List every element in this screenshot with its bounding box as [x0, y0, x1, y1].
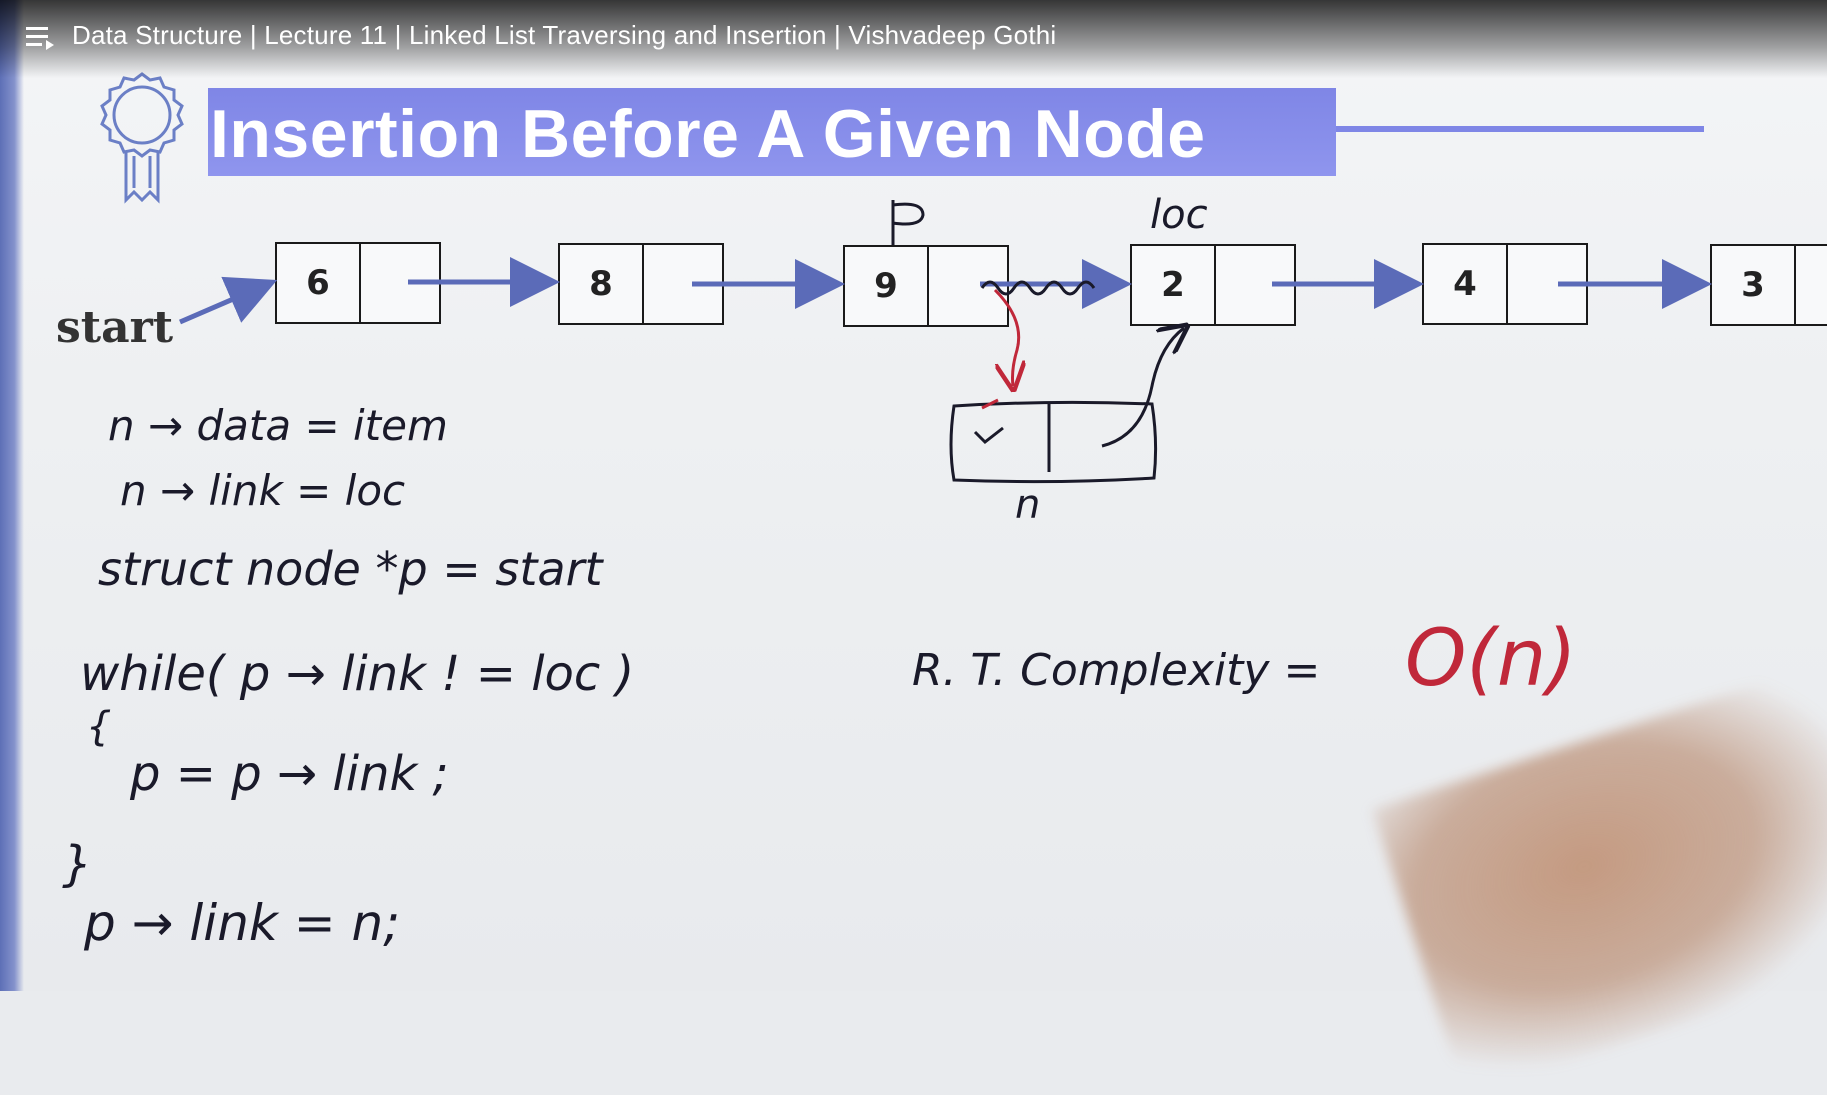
code-line: n → link = loc — [120, 466, 405, 515]
video-title[interactable]: Data Structure | Lecture 11 | Linked Lis… — [72, 20, 1056, 51]
complexity-value: O(n) — [1405, 614, 1577, 704]
code-line: p = p → link ; — [129, 746, 449, 802]
whiteboard: Insertion Before A Given Node start 6 8 … — [0, 0, 1827, 1095]
code-line: while( p → link ! = loc ) — [80, 646, 634, 702]
code-line: p → link = n; — [83, 894, 400, 952]
new-node-label: n — [1015, 482, 1040, 528]
code-line: struct node *p = start — [98, 542, 605, 596]
code-line: } — [62, 836, 93, 892]
complexity-label: R. T. Complexity = — [912, 645, 1320, 696]
code-line: n → data = item — [108, 401, 448, 450]
playlist-menu-icon[interactable] — [26, 24, 56, 50]
code-line: { — [86, 704, 111, 750]
loc-label: loc — [1150, 192, 1208, 238]
